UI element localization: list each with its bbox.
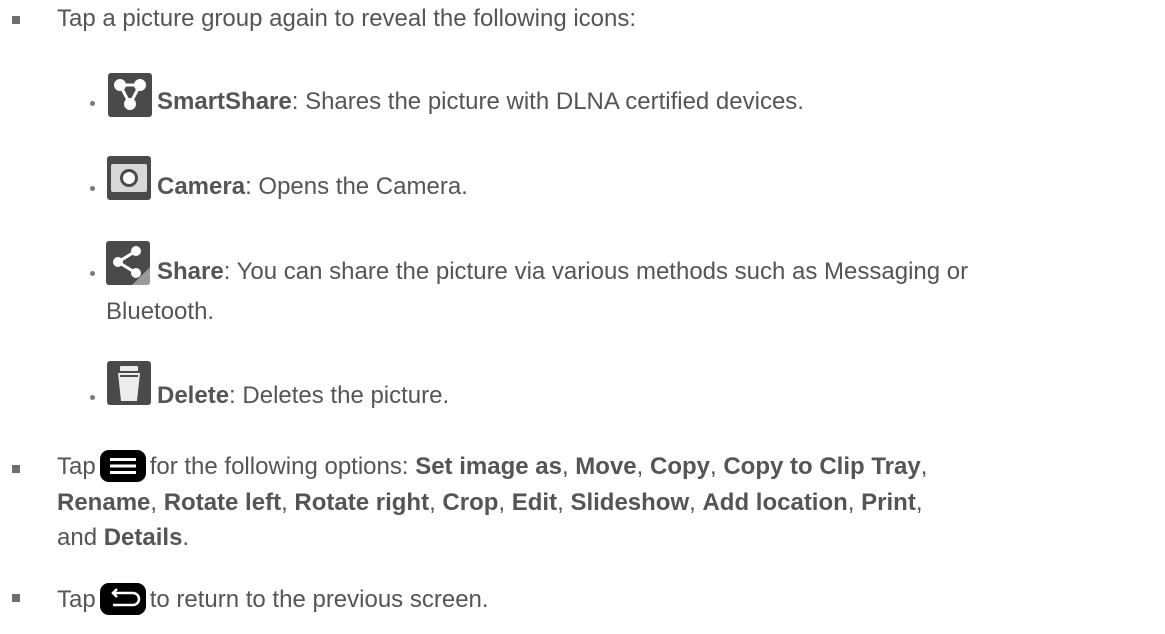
sub-bullet [90,101,95,106]
menu-opt-rename: Rename [57,489,151,516]
menu-line-3: and Details. [57,524,190,551]
menu-opt-copy: Copy [650,453,710,480]
menu-opt-edit: Edit [511,489,558,516]
menu-line-2: Rename, Rotate left, Rotate right, Crop,… [57,489,923,516]
menu-opt-print: Print [861,489,916,516]
back-line: Tap to return to the previous screen. [57,583,489,615]
menu-opt-slideshow: Slideshow [570,489,690,516]
intro-text: Tap a picture group again to reveal the … [57,5,637,32]
share-desc-line1: : You can share the picture via various … [223,258,969,285]
menu-opt-crop: Crop [442,489,499,516]
menu-opt-details: Details [103,524,183,551]
smartshare-item: SmartShare: Shares the picture with DLNA… [157,87,804,117]
list-bullet [12,16,20,24]
back-post: to return to the previous screen. [149,586,489,613]
delete-desc: : Deletes the picture. [229,382,450,409]
delete-item: Delete: Deletes the picture. [157,381,449,411]
menu-post: for the following options: [149,453,409,480]
list-bullet [12,465,20,473]
menu-opt-add-location: Add location [702,489,848,516]
sub-bullet [90,186,95,191]
menu-opt-rotate-left: Rotate left [163,489,282,516]
back-tap: Tap [57,586,96,613]
delete-label: Delete [157,382,230,409]
camera-icon [107,156,151,200]
menu-opt-move: Move [575,453,637,480]
menu-opt-rotate-right: Rotate right [294,489,430,516]
share-desc-line2: Bluetooth. [106,298,215,325]
list-bullet [12,594,20,602]
sub-bullet [90,271,95,276]
menu-opt-copy-to-clip-tray: Copy to Clip Tray [723,453,921,480]
camera-label: Camera [157,173,246,200]
share-label: Share [157,258,224,285]
camera-item: Camera: Opens the Camera. [157,172,468,202]
menu-key-icon [99,450,146,482]
menu-and: and [57,524,98,551]
smartshare-label: SmartShare [157,88,292,115]
back-key-icon [99,583,146,615]
menu-opt-set-image-as: Set image as [415,453,562,480]
share-icon [106,241,150,285]
smartshare-icon [108,73,152,117]
trash-icon [107,361,151,405]
camera-desc: : Opens the Camera. [245,173,468,200]
menu-line-1: Tap for the following options: Set image … [57,450,927,482]
sub-bullet [90,395,95,400]
menu-tap: Tap [57,453,96,480]
share-item: Share: You can share the picture via var… [157,257,968,287]
smartshare-desc: : Shares the picture with DLNA certified… [291,88,804,115]
